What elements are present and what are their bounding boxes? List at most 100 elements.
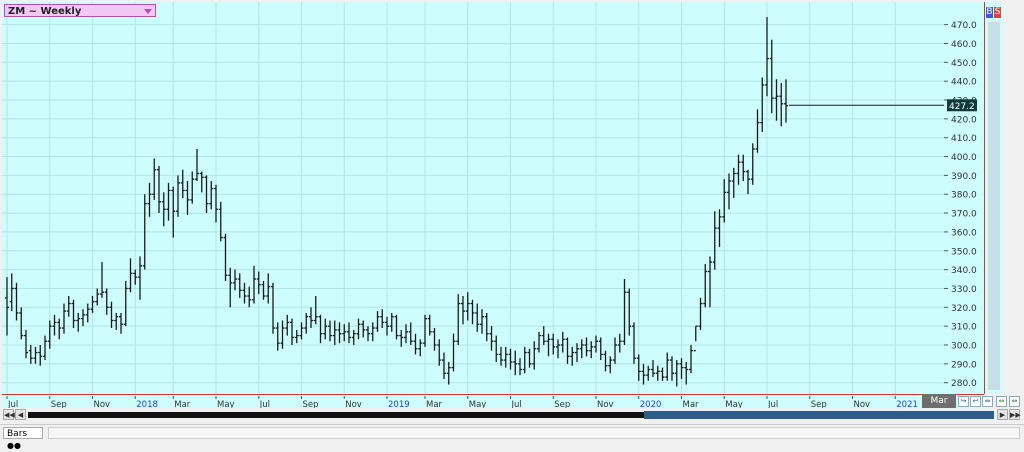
ohlc-bar	[214, 184, 218, 223]
ohlc-bar	[499, 346, 503, 366]
ohlc-bar	[689, 345, 693, 374]
date-axis: Jul Sep Nov 2018 Mar May Jul Sep Nov 2019 Mar May Ju…	[2, 394, 984, 410]
ohlc-bar	[19, 307, 24, 340]
ohlc-bar	[166, 182, 171, 221]
ohlc-bar	[603, 350, 608, 372]
ohlc-bar	[442, 352, 446, 379]
ohlc-bar	[727, 173, 731, 210]
ohlc-bar	[380, 309, 385, 329]
nav-arrow-icon[interactable]: ↪	[958, 396, 969, 407]
binoculars-icon: ●●	[7, 441, 21, 450]
ohlc-bar	[309, 307, 313, 329]
ohlc-bar	[304, 312, 309, 334]
ohlc-bar	[342, 324, 347, 342]
ohlc-bar	[5, 277, 9, 336]
ohlc-bar	[556, 339, 560, 359]
ohlc-bar	[28, 345, 33, 364]
ohlc-bar	[24, 329, 28, 359]
ohlc-bar	[684, 361, 689, 385]
ohlc-bar	[670, 356, 674, 381]
ohlc-bar	[423, 314, 427, 347]
ohlc-bar	[765, 17, 769, 97]
scroll-end-icon[interactable]: ▶▶	[1009, 409, 1021, 420]
ohlc-bar	[522, 346, 527, 374]
ohlc-bar	[446, 361, 451, 385]
y-tick-label: 330.0	[951, 285, 977, 295]
ohlc-bar	[646, 365, 651, 381]
ohlc-bar	[285, 314, 290, 336]
bars-tab-label: Bars	[7, 429, 28, 439]
scroll-right-icon[interactable]: ▶	[997, 409, 1008, 420]
ohlc-bar	[731, 167, 736, 198]
ohlc-bar	[223, 233, 228, 281]
chart-window: ZM ~ Weekly 280.0 290.0 300.0 310.0 320.0 330…	[0, 0, 1024, 450]
scroll-left-icon[interactable]: ◀	[15, 409, 26, 420]
ohlc-bar	[579, 339, 584, 359]
y-tick-label: 450.0	[951, 59, 977, 69]
y-tick-label: 460.0	[951, 40, 977, 50]
ohlc-bar	[627, 288, 632, 336]
ohlc-bar	[636, 354, 641, 381]
ohlc-bar	[228, 267, 233, 308]
price-plot-area[interactable]: ZM ~ Weekly	[2, 2, 945, 394]
ohlc-bar	[779, 83, 784, 127]
ohlc-bar	[43, 335, 47, 361]
symbol-label: ZM ~ Weekly	[8, 6, 82, 17]
dropdown-arrow-icon[interactable]	[144, 9, 152, 14]
status-bar: Bars ●●	[0, 424, 1024, 450]
ohlc-bar	[114, 312, 119, 330]
ohlc-bar	[361, 320, 366, 338]
ohlc-chart	[2, 2, 944, 394]
ohlc-bar	[632, 322, 636, 364]
ohlc-bar	[256, 271, 261, 295]
y-tick-label: 320.0	[951, 304, 977, 314]
ohlc-bar	[570, 346, 575, 366]
nav-expand-icon[interactable]: ⇔	[982, 396, 993, 407]
nav-zoom-in-icon[interactable]: ⇔	[996, 396, 1007, 407]
bars-tab[interactable]: Bars ●●	[3, 427, 43, 450]
ohlc-bar	[518, 358, 522, 376]
ohlc-bar	[413, 333, 418, 355]
sell-button[interactable]: S	[994, 7, 1001, 18]
y-tick-label: 350.0	[951, 247, 977, 257]
y-tick-label: 440.0	[951, 78, 977, 88]
ohlc-bar	[465, 292, 470, 321]
ohlc-bar	[451, 333, 456, 372]
scroll-thumb[interactable]	[644, 411, 994, 419]
last-price-label: 427.2	[949, 102, 975, 112]
chart-scrollbar[interactable]: ◀◀ ◀ ▶ ▶▶	[0, 408, 1024, 422]
nav-zoom-out-icon[interactable]: ⇔	[1009, 396, 1020, 407]
ohlc-bar	[199, 171, 204, 193]
ohlc-bar	[693, 325, 698, 352]
ohlc-bar	[370, 322, 375, 342]
ohlc-bar	[81, 309, 85, 327]
ohlc-bar	[185, 181, 190, 215]
side-panel: B S	[984, 2, 1003, 394]
ohlc-bar	[100, 262, 104, 298]
ohlc-bar	[736, 154, 741, 185]
ohlc-bar	[575, 343, 579, 362]
nav-return-icon[interactable]: ↩	[970, 396, 981, 407]
ohlc-bar	[551, 333, 556, 355]
ohlc-bar	[328, 320, 332, 342]
ohlc-bar	[147, 182, 152, 217]
ohlc-bar	[375, 311, 380, 332]
scroll-start-icon[interactable]: ◀◀	[3, 409, 15, 420]
ohlc-bar	[157, 165, 161, 214]
y-tick-label: 410.0	[951, 134, 977, 144]
y-tick-label: 400.0	[951, 153, 977, 163]
ohlc-bar	[252, 265, 256, 304]
ohlc-bar	[33, 346, 38, 364]
y-tick-label: 310.0	[951, 323, 977, 333]
symbol-selector[interactable]: ZM ~ Weekly	[4, 4, 156, 17]
ohlc-bar	[290, 318, 294, 345]
price-axis-svg: 280.0 290.0 300.0 310.0 320.0 330.0 340.0 350.0…	[944, 21, 977, 389]
ohlc-bar	[418, 339, 423, 357]
right-margin	[1003, 2, 1024, 394]
buy-button[interactable]: B	[986, 7, 993, 18]
ohlc-bar	[461, 296, 465, 325]
ohlc-bar	[104, 288, 109, 315]
ohlc-bar	[52, 314, 57, 336]
ohlc-bar	[712, 211, 717, 270]
y-tick-label: 470.0	[951, 21, 977, 31]
